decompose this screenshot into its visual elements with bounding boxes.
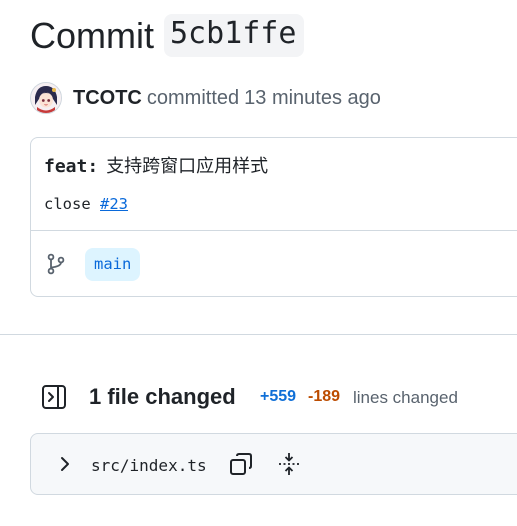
chevron-right-icon[interactable] <box>57 454 73 474</box>
issue-link[interactable]: #23 <box>100 195 128 213</box>
deletions-count: -189 <box>308 388 341 405</box>
commit-message-prefix: feat: <box>44 156 99 177</box>
title-label: Commit <box>30 14 154 56</box>
commit-sha[interactable]: 5cb1ffe <box>164 14 305 57</box>
commit-message-body: close #23 <box>44 195 128 213</box>
card-divider <box>31 230 517 231</box>
copy-icon[interactable] <box>228 451 254 477</box>
lines-changed-label: lines changed <box>353 388 458 407</box>
commit-message-card: feat: 支持跨窗口应用样式 close #23 main <box>30 137 517 297</box>
expand-icon[interactable] <box>277 451 301 477</box>
branch-label[interactable]: main <box>85 248 141 281</box>
file-header[interactable]: src/index.ts <box>30 433 517 495</box>
commit-title: Commit 5cb1ffe <box>30 14 305 57</box>
file-path[interactable]: src/index.ts <box>91 456 207 475</box>
sidebar-toggle-icon[interactable] <box>41 384 67 410</box>
section-divider <box>0 334 517 335</box>
author-row: TCOTC committed 13 minutes ago <box>30 81 381 115</box>
commit-action: committed <box>146 86 240 109</box>
commit-message-title: feat: 支持跨窗口应用样式 <box>44 152 268 178</box>
commit-time[interactable]: 13 minutes ago <box>244 87 381 110</box>
files-changed-count: 1 file changed <box>89 384 236 409</box>
commit-message-text: 支持跨窗口应用样式 <box>106 156 269 177</box>
commit-body-text: close <box>44 195 91 213</box>
avatar[interactable] <box>30 82 62 114</box>
additions-count: +559 <box>260 388 297 405</box>
author-name[interactable]: TCOTC <box>73 87 142 110</box>
git-branch-icon <box>47 253 65 275</box>
